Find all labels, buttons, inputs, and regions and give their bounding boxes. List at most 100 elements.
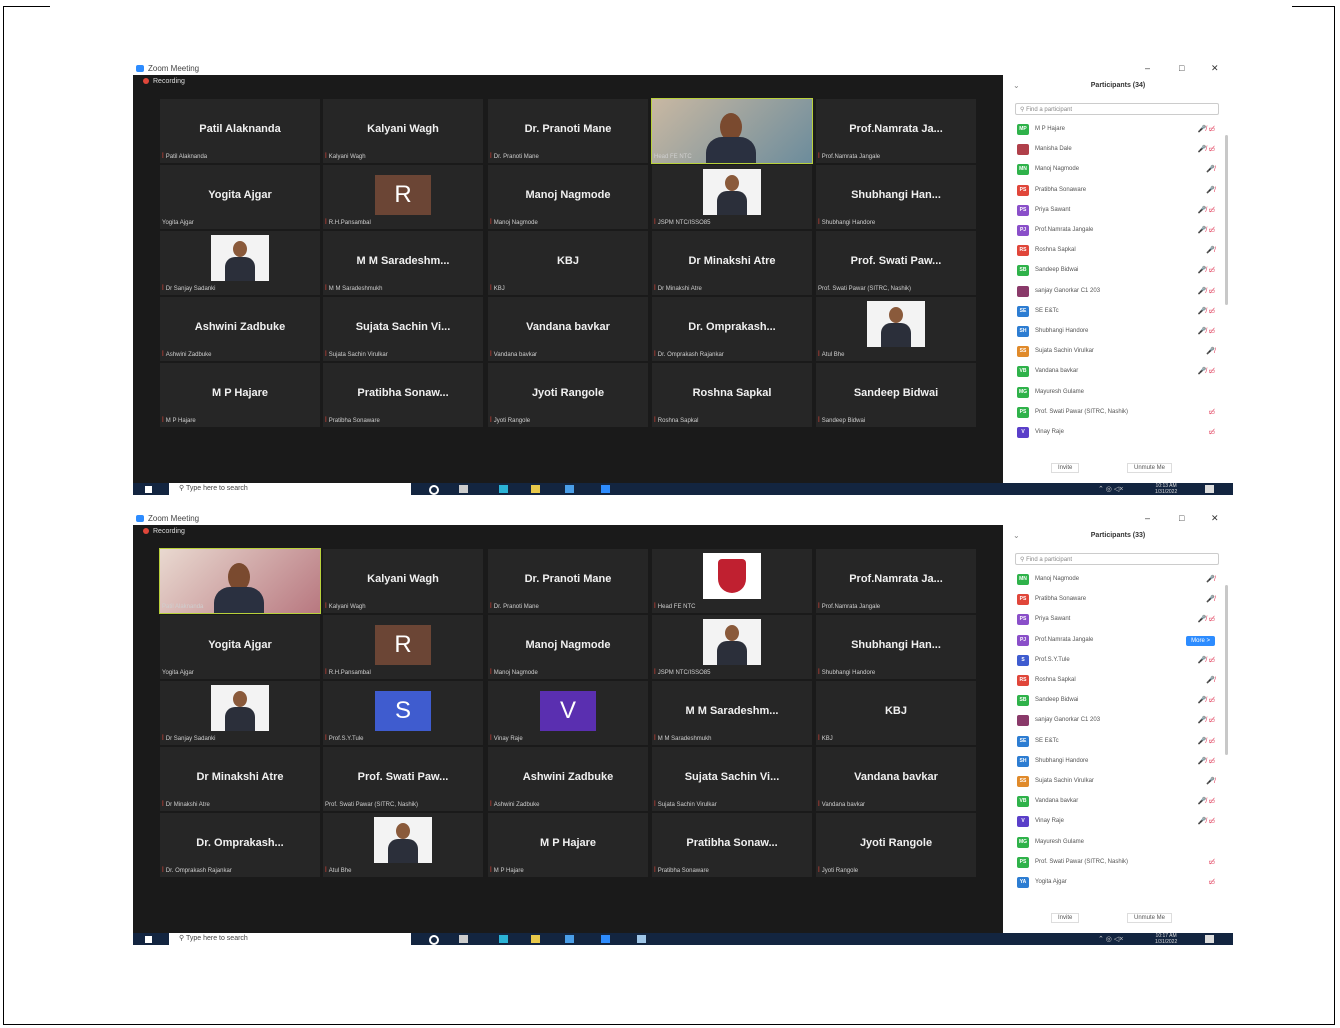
taskbar-clock[interactable]: 10:17 AM 1/31/2022 xyxy=(1155,933,1177,945)
participant-tile[interactable]: R ꟾ R.H.Pansambal xyxy=(323,165,483,229)
participant-row[interactable]: SS Sujata Sachin Virulkar 🎤̸ xyxy=(1017,345,1217,359)
participant-row[interactable]: V Vinay Raje 🎤̸ ▭̸ xyxy=(1017,815,1217,829)
panel-scrollbar[interactable] xyxy=(1225,135,1228,305)
participant-tile[interactable]: Jyoti Rangole ꟾ Jyoti Rangole xyxy=(816,813,976,877)
participant-tile[interactable]: V ꟾ Vinay Raje xyxy=(488,681,648,745)
participant-tile[interactable]: ꟾ Dr Sanjay Sadanki xyxy=(160,231,320,295)
edge-icon[interactable] xyxy=(499,935,508,943)
participant-row[interactable]: MG Mayuresh Gulame xyxy=(1017,836,1217,850)
participant-tile[interactable]: ꟾ Dr Sanjay Sadanki xyxy=(160,681,320,745)
participant-row[interactable]: SH Shubhangi Handore 🎤̸ ▭̸ xyxy=(1017,325,1217,339)
participant-tile[interactable]: Yogita Ajgar Yogita Ajgar xyxy=(160,165,320,229)
taskbar-clock[interactable]: 10:13 AM 1/31/2022 xyxy=(1155,483,1177,495)
participant-row[interactable]: SB Sandeep Bidwai 🎤̸ ▭̸ xyxy=(1017,264,1217,278)
participant-row[interactable]: V Vinay Raje ▭̸ xyxy=(1017,426,1217,440)
maximize-icon[interactable]: □ xyxy=(1179,63,1184,73)
zoom-taskbar-icon[interactable] xyxy=(601,485,610,493)
file-explorer-icon[interactable] xyxy=(531,485,540,493)
participant-tile[interactable]: Sujata Sachin Vi... ꟾ Sujata Sachin Virulk… xyxy=(323,297,483,361)
participant-tile[interactable]: Yogita Ajgar Yogita Ajgar xyxy=(160,615,320,679)
participant-tile[interactable]: Manoj Nagmode ꟾ Manoj Nagmode xyxy=(488,165,648,229)
participant-row[interactable]: MN Manoj Nagmode 🎤̸ xyxy=(1017,573,1217,587)
participant-tile[interactable]: Shubhangi Han... ꟾ Shubhangi Handore xyxy=(816,615,976,679)
windows-start-icon[interactable] xyxy=(145,486,152,493)
notification-icon[interactable] xyxy=(1205,485,1214,493)
invite-button[interactable]: Invite xyxy=(1051,463,1080,473)
participant-tile[interactable]: KBJ ꟾ KBJ xyxy=(488,231,648,295)
minimize-icon[interactable]: – xyxy=(1145,63,1150,73)
participant-row[interactable]: RS Roshna Sapkal 🎤̸ xyxy=(1017,244,1217,258)
participant-tile[interactable]: Vandana bavkar ꟾ Vandana bavkar xyxy=(488,297,648,361)
more-button[interactable]: More > xyxy=(1186,635,1215,646)
participant-row[interactable]: SH Shubhangi Handore 🎤̸ ▭̸ xyxy=(1017,755,1217,769)
participant-row[interactable]: sanjay Ganorkar C1 203 🎤̸ ▭̸ xyxy=(1017,714,1217,728)
participant-tile[interactable]: Kalyani Wagh ꟾ Kalyani Wagh xyxy=(323,549,483,613)
participant-row[interactable]: PS Priya Sawant 🎤̸ ▭̸ xyxy=(1017,613,1217,627)
participant-tile[interactable]: Pratibha Sonaw... ꟾ Pratibha Sonaware xyxy=(652,813,812,877)
participant-tile[interactable]: ꟾ JSPM NTC/ISSO85 xyxy=(652,165,812,229)
invite-button[interactable]: Invite xyxy=(1051,913,1080,923)
close-icon[interactable]: ✕ xyxy=(1211,63,1219,74)
participant-tile[interactable]: Prof.Namrata Ja... ꟾ Prof.Namrata Jangale xyxy=(816,549,976,613)
participant-tile[interactable]: M M Saradeshm... ꟾ M M Saradeshmukh xyxy=(323,231,483,295)
snip-icon[interactable] xyxy=(637,935,646,943)
close-icon[interactable]: ✕ xyxy=(1211,513,1219,524)
participant-tile[interactable]: ꟾ Atul Bhe xyxy=(323,813,483,877)
maximize-icon[interactable]: □ xyxy=(1179,513,1184,523)
participant-tile[interactable]: KBJ ꟾ KBJ xyxy=(816,681,976,745)
participant-row[interactable]: RS Roshna Sapkal 🎤̸ xyxy=(1017,674,1217,688)
taskbar-search-box[interactable]: ⚲ Type here to search xyxy=(169,933,411,945)
store-icon[interactable] xyxy=(565,935,574,943)
cortana-icon[interactable] xyxy=(429,935,439,945)
participant-tile[interactable]: Kalyani Wagh ꟾ Kalyani Wagh xyxy=(323,99,483,163)
participant-tile[interactable]: R ꟾ R.H.Pansambal xyxy=(323,615,483,679)
participant-tile[interactable]: Manoj Nagmode ꟾ Manoj Nagmode xyxy=(488,615,648,679)
minimize-icon[interactable]: – xyxy=(1145,513,1150,523)
system-tray-icons[interactable]: ⌃ ◎ ◁× xyxy=(1098,935,1123,943)
participant-tile[interactable]: Ashwini Zadbuke ꟾ Ashwini Zadbuke xyxy=(488,747,648,811)
participant-tile[interactable]: Sandeep Bidwai ꟾ Sandeep Bidwai xyxy=(816,363,976,427)
participant-row[interactable]: MG Mayuresh Gulame xyxy=(1017,386,1217,400)
participant-row[interactable]: SS Sujata Sachin Virulkar 🎤̸ xyxy=(1017,775,1217,789)
participant-row[interactable]: PS Prof. Swati Pawar (SITRC, Nashik) ▭̸ xyxy=(1017,856,1217,870)
store-icon[interactable] xyxy=(565,485,574,493)
participant-tile[interactable]: Dr. Omprakash... ꟾ Dr. Omprakash Rajankar xyxy=(160,813,320,877)
participant-tile[interactable]: M P Hajare ꟾ M P Hajare xyxy=(160,363,320,427)
participant-tile[interactable]: Dr. Omprakash... ꟾ Dr. Omprakash Rajankar xyxy=(652,297,812,361)
participant-row[interactable]: MN Manoj Nagmode 🎤̸ xyxy=(1017,163,1217,177)
cortana-icon[interactable] xyxy=(429,485,439,495)
participant-tile[interactable]: Dr Minakshi Atre ꟾ Dr Minakshi Atre xyxy=(160,747,320,811)
unmute-me-button[interactable]: Unmute Me xyxy=(1127,913,1173,923)
participant-row[interactable]: SE SE E&Tc 🎤̸ ▭̸ xyxy=(1017,735,1217,749)
participant-tile[interactable]: M M Saradeshm... ꟾ M M Saradeshmukh xyxy=(652,681,812,745)
participant-tile[interactable]: Head FE NTC xyxy=(651,98,813,164)
unmute-me-button[interactable]: Unmute Me xyxy=(1127,463,1173,473)
participant-row[interactable]: PS Prof. Swati Pawar (SITRC, Nashik) ▭̸ xyxy=(1017,406,1217,420)
task-view-icon[interactable] xyxy=(459,935,468,943)
file-explorer-icon[interactable] xyxy=(531,935,540,943)
participant-tile[interactable]: S ꟾ Prof.S.Y.Tule xyxy=(323,681,483,745)
participant-row[interactable]: VB Vandana bavkar 🎤̸ ▭̸ xyxy=(1017,365,1217,379)
taskbar-search-box[interactable]: ⚲ Type here to search xyxy=(169,483,411,495)
participant-tile[interactable]: ꟾ Atul Bhe xyxy=(816,297,976,361)
participant-row[interactable]: SB Sandeep Bidwai 🎤̸ ▭̸ xyxy=(1017,694,1217,708)
participant-row[interactable]: YA Yogita Ajgar ▭̸ xyxy=(1017,876,1217,890)
participant-search-input[interactable]: ⚲ Find a participant xyxy=(1015,103,1219,115)
participant-tile[interactable]: Prof. Swati Paw... Prof. Swati Pawar (SIT… xyxy=(816,231,976,295)
participant-tile[interactable]: ꟾ JSPM NTC/ISSO85 xyxy=(652,615,812,679)
participant-row[interactable]: PS Pratibha Sonaware 🎤̸ xyxy=(1017,184,1217,198)
participant-tile[interactable]: Shubhangi Han... ꟾ Shubhangi Handore xyxy=(816,165,976,229)
participant-tile[interactable]: Dr. Pranoti Mane ꟾ Dr. Pranoti Mane xyxy=(488,549,648,613)
participant-row[interactable]: VB Vandana bavkar 🎤̸ ▭̸ xyxy=(1017,795,1217,809)
participant-tile[interactable]: Sujata Sachin Vi... ꟾ Sujata Sachin Virulk… xyxy=(652,747,812,811)
participant-row[interactable]: S Prof.S.Y.Tule 🎤̸ ▭̸ xyxy=(1017,654,1217,668)
participant-tile[interactable]: Vandana bavkar ꟾ Vandana bavkar xyxy=(816,747,976,811)
participant-search-input[interactable]: ⚲ Find a participant xyxy=(1015,553,1219,565)
edge-icon[interactable] xyxy=(499,485,508,493)
task-view-icon[interactable] xyxy=(459,485,468,493)
participant-tile[interactable]: Pratibha Sonaw... ꟾ Pratibha Sonaware xyxy=(323,363,483,427)
participant-tile[interactable]: Prof. Swati Paw... Prof. Swati Pawar (SIT… xyxy=(323,747,483,811)
participant-tile[interactable]: M P Hajare ꟾ M P Hajare xyxy=(488,813,648,877)
participant-tile[interactable]: Prof.Namrata Ja... ꟾ Prof.Namrata Jangale xyxy=(816,99,976,163)
panel-scrollbar[interactable] xyxy=(1225,585,1228,755)
